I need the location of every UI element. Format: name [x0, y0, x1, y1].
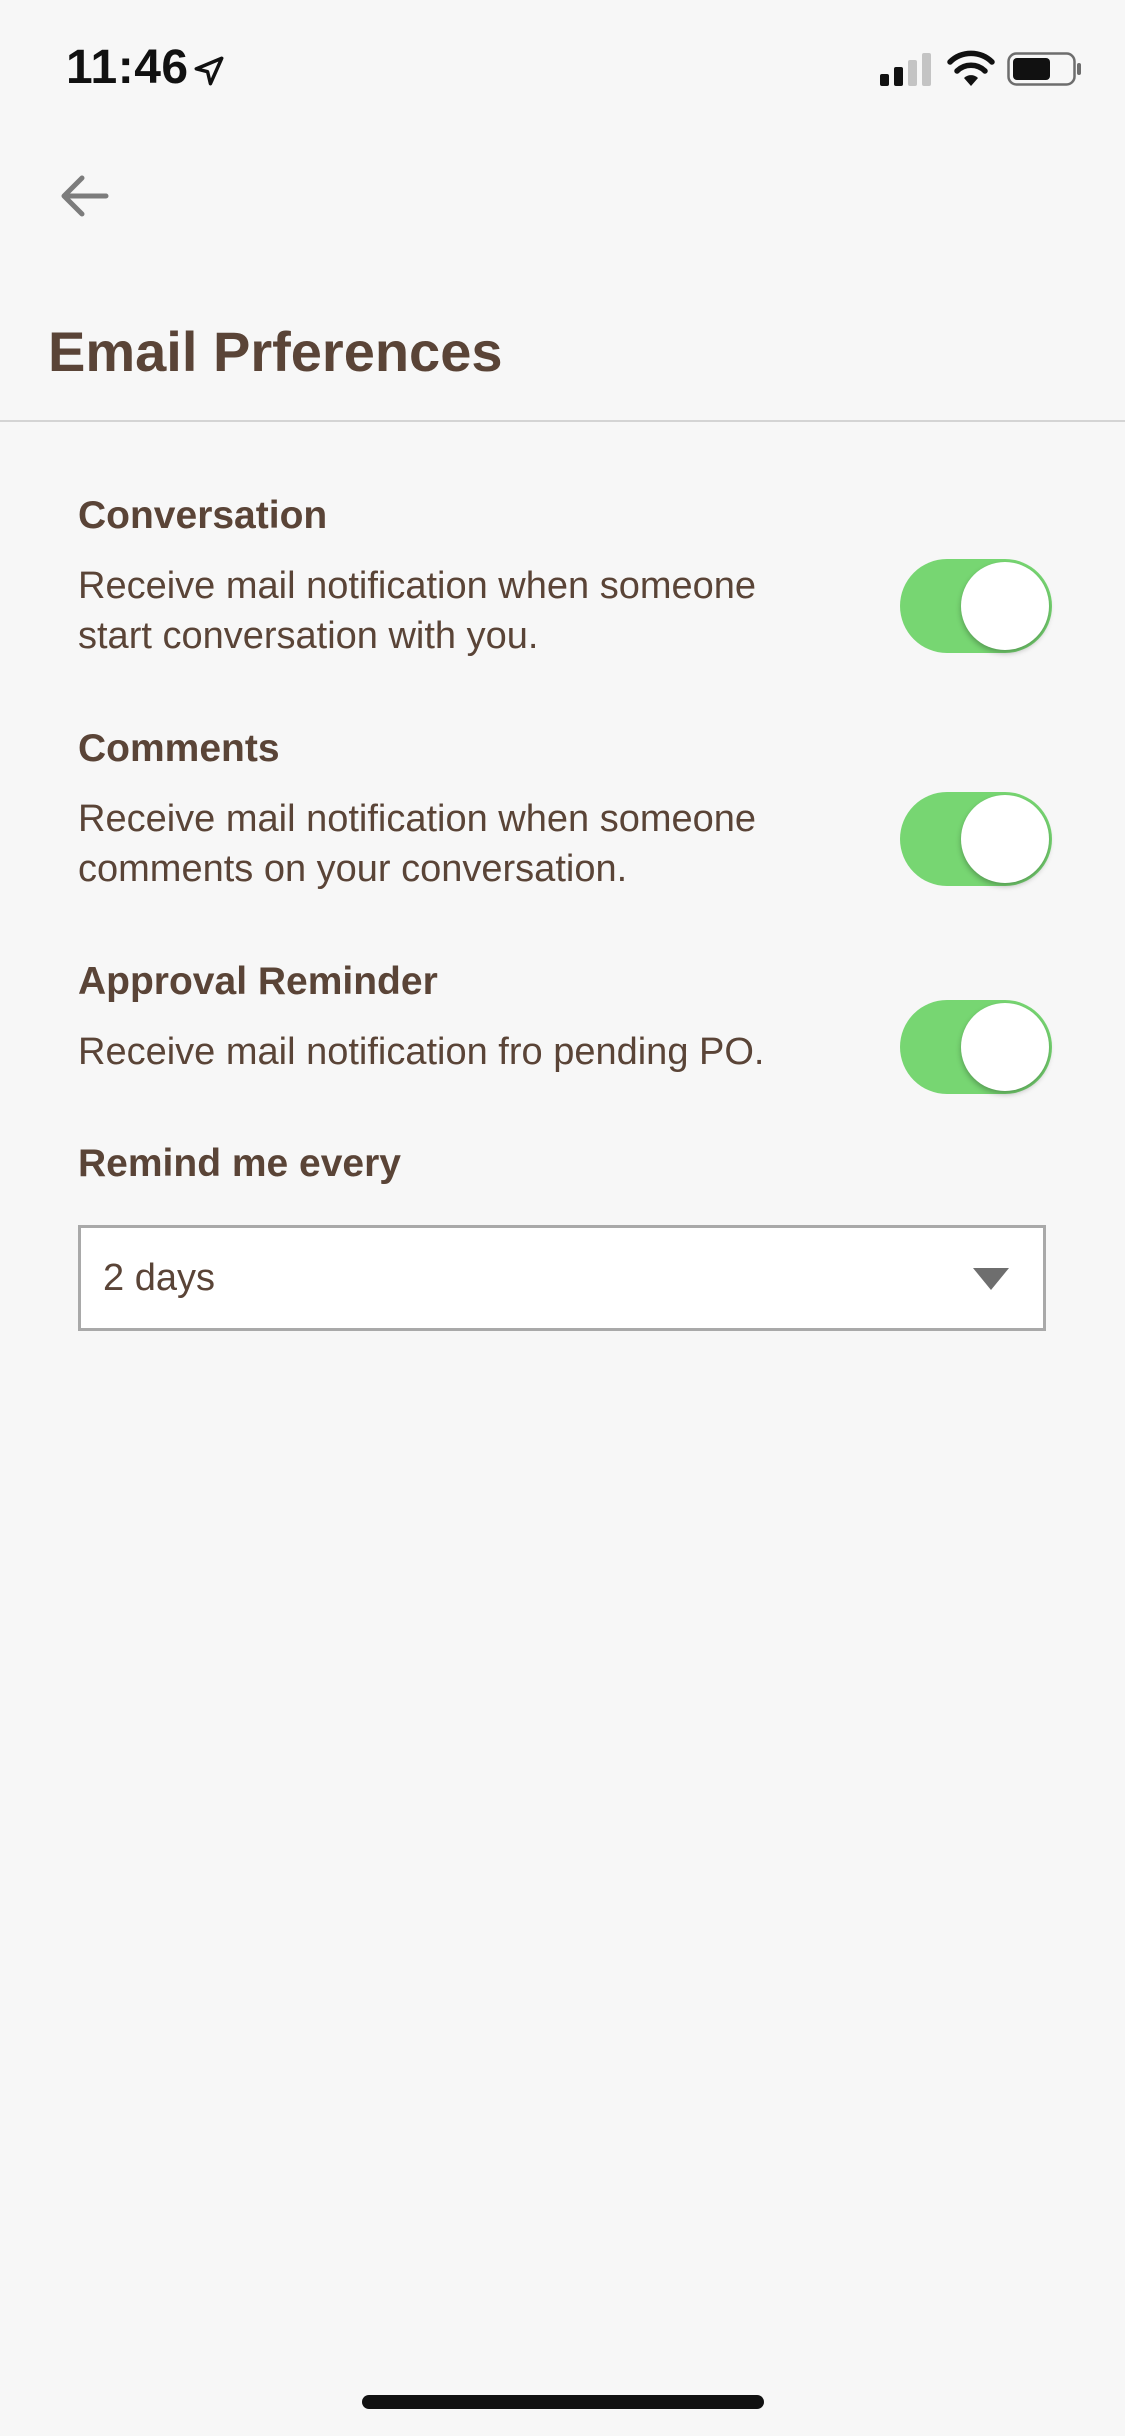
pref-description: Receive mail notification when someone c…: [78, 798, 757, 890]
pref-title: Approval Reminder: [78, 960, 438, 1003]
header-divider: [0, 420, 1125, 422]
wifi-icon: [947, 50, 995, 86]
pref-description: Receive mail notification when someone s…: [78, 565, 757, 657]
status-time: 11:46: [66, 41, 189, 94]
remind-label: Remind me every: [78, 1142, 401, 1185]
pref-conversation: Conversation Receive mail notification w…: [78, 488, 1058, 668]
battery-icon: [1007, 52, 1081, 86]
home-indicator: [362, 2395, 764, 2409]
back-button[interactable]: [44, 160, 124, 232]
comments-toggle[interactable]: [900, 792, 1052, 886]
pref-comments: Comments Receive mail notification when …: [78, 721, 1058, 901]
arrow-left-icon: [61, 175, 109, 217]
cellular-signal-icon: [880, 53, 931, 86]
location-arrow-icon: [194, 56, 224, 86]
toggle-knob: [961, 1003, 1049, 1091]
toggle-knob: [961, 795, 1049, 883]
select-value: 2 days: [103, 1257, 215, 1299]
pref-approval-reminder: Approval Reminder Receive mail notificat…: [78, 954, 1058, 1094]
toggle-knob: [961, 562, 1049, 650]
remind-interval-select[interactable]: 2 days: [78, 1225, 1046, 1331]
conversation-toggle[interactable]: [900, 559, 1052, 653]
pref-title: Comments: [78, 727, 280, 770]
page-title: Email Prferences: [48, 320, 503, 383]
pref-description: Receive mail notification fro pending PO…: [78, 1031, 765, 1073]
caret-down-icon: [973, 1268, 1009, 1290]
status-bar: 11:46: [0, 0, 1125, 132]
approval-reminder-toggle[interactable]: [900, 1000, 1052, 1094]
pref-title: Conversation: [78, 494, 328, 537]
